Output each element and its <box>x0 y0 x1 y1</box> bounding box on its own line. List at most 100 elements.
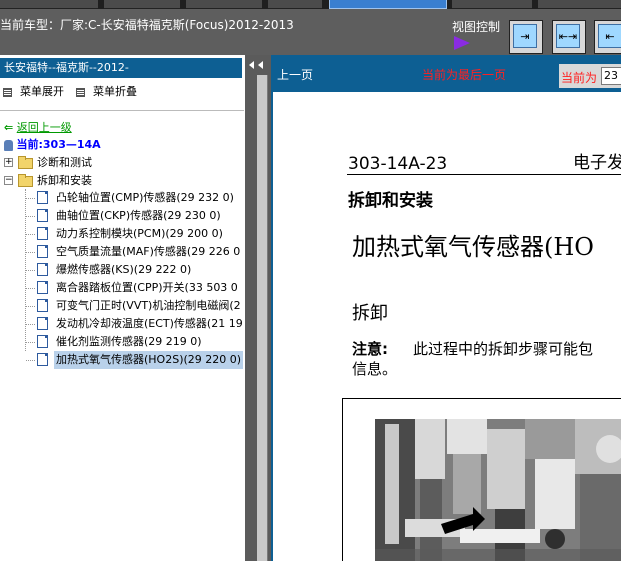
tree-item-label: 发动机冷却液温度(ECT)传感器(21 19 <box>56 317 243 330</box>
doc-section-heading: 拆卸 <box>352 303 388 324</box>
tree-branch <box>26 306 35 307</box>
current-node-icon <box>4 139 13 151</box>
engine-photo <box>375 419 621 561</box>
tree-item[interactable]: 发动机冷却液温度(ECT)传感器(21 19 <box>0 315 245 333</box>
tree-item[interactable]: 动力系控制模块(PCM)(29 200 0) <box>0 225 245 243</box>
top-tab-3[interactable] <box>186 0 262 9</box>
tree-branch <box>26 216 35 217</box>
tree-item-label: 离合器踏板位置(CPP)开关(33 503 0 <box>56 281 238 294</box>
doc-title: 加热式氧气传感器(HO <box>352 233 594 261</box>
collapse-menu-label: 菜单折叠 <box>93 85 137 98</box>
top-tab-2[interactable] <box>104 0 180 9</box>
engine-photo-drawing <box>375 419 621 561</box>
document-icon <box>37 281 48 294</box>
back-link[interactable]: 返回上一级 <box>17 121 72 134</box>
prev-page-link[interactable]: 上一页 <box>277 66 313 83</box>
view-control-label: 视图控制 <box>452 20 501 34</box>
view-right-icon: ⇥ <box>513 24 537 48</box>
folder-diagnosis[interactable]: + 诊断和测试 <box>0 154 245 172</box>
menu-separator <box>0 110 244 111</box>
tree-branch <box>26 288 35 289</box>
expand-menu-label: 菜单展开 <box>20 85 64 98</box>
folder-label: 拆卸和安装 <box>37 174 92 187</box>
doc-subtitle: 拆卸和安装 <box>348 191 433 211</box>
tree-branch <box>26 252 35 253</box>
current-node-label: 当前:303—14A <box>16 138 101 151</box>
doc-rule <box>347 174 621 175</box>
document-icon <box>37 317 48 330</box>
tree-item-label: 可变气门正时(VVT)机油控制电磁阀(2 <box>56 299 241 312</box>
current-page-box: 当前为 23 <box>559 64 621 88</box>
document-icon <box>37 191 48 204</box>
folder-open-icon <box>18 174 33 187</box>
view-left-icon: ⇤ <box>598 24 621 48</box>
collapse-left-icon[interactable] <box>258 61 263 69</box>
document-icon <box>37 209 48 222</box>
tree-item-label: 空气质量流量(MAF)传感器(29 226 0 <box>56 245 241 258</box>
view-center-icon: ⇤⇥ <box>556 24 580 48</box>
tree-item[interactable]: 爆燃传感器(KS)(29 222 0) <box>0 261 245 279</box>
view-right-button[interactable]: ⇥ <box>509 20 543 54</box>
top-tab-7[interactable] <box>538 0 621 9</box>
collapse-left-icon[interactable] <box>249 61 254 69</box>
tree-item[interactable]: 可变气门正时(VVT)机油控制电磁阀(2 <box>0 297 245 315</box>
document-icon <box>37 353 48 366</box>
expand-menu-icon <box>3 87 12 97</box>
collapse-menu-icon <box>76 87 85 97</box>
document-icon <box>37 245 48 258</box>
tree-branch <box>26 270 35 271</box>
tree-item[interactable]: 曲轴位置(CKP)传感器(29 230 0) <box>0 207 245 225</box>
collapse-menu-button[interactable]: 菜单折叠 <box>76 83 137 99</box>
view-control-arrow-icon <box>454 36 470 50</box>
expand-menu-button[interactable]: 菜单展开 <box>3 83 64 99</box>
folder-label: 诊断和测试 <box>37 156 92 169</box>
doc-note-label: 注意: <box>352 340 388 358</box>
view-center-button[interactable]: ⇤⇥ <box>552 20 586 54</box>
doc-header-right: 电子发 <box>573 153 621 173</box>
current-page-label: 当前为 <box>561 71 598 85</box>
tree-item-label: 爆燃传感器(KS)(29 222 0) <box>56 263 192 276</box>
tree-header: 长安福特--福克斯--2012- <box>0 58 242 78</box>
tree-item-label: 催化剂监测传感器(29 219 0) <box>56 335 202 348</box>
top-tab-strip <box>0 0 621 9</box>
page-nav-bar: 上一页 当前为最后一页 当前为 23 <box>271 55 621 92</box>
tree-branch <box>26 360 35 361</box>
tree-branch <box>26 234 35 235</box>
tree-item-label: 曲轴位置(CKP)传感器(29 230 0) <box>56 209 221 222</box>
tree-item-selected[interactable]: 加热式氧气传感器(HO2S)(29 220 0) <box>0 351 245 369</box>
page-number-input[interactable]: 23 <box>601 67 621 85</box>
top-tab-4[interactable] <box>268 0 322 9</box>
top-tab-active[interactable] <box>329 0 447 9</box>
tree-branch <box>26 342 35 343</box>
tree-item[interactable]: 空气质量流量(MAF)传感器(29 226 0 <box>0 243 245 261</box>
folder-removal-installation[interactable]: − 拆卸和安装 <box>0 172 245 190</box>
tree-branch <box>26 324 35 325</box>
folder-icon <box>18 156 33 169</box>
doc-border <box>271 92 273 561</box>
tree-item-label: 凸轮轴位置(CMP)传感器(29 232 0) <box>56 191 234 204</box>
doc-note-text-continued: 信息。 <box>352 360 398 378</box>
tree-item[interactable]: 离合器踏板位置(CPP)开关(33 503 0 <box>0 279 245 297</box>
document-view: 303-14A-23 电子发 拆卸和安装 加热式氧气传感器(HO 拆卸 注意: … <box>271 92 621 561</box>
vehicle-info: 当前车型：厂家:C-长安福特福克斯(Focus)2012-2013 <box>0 18 294 32</box>
doc-figure <box>342 398 621 561</box>
back-row[interactable]: ⇐ 返回上一级 <box>4 119 72 137</box>
tree-item[interactable]: 催化剂监测传感器(29 219 0) <box>0 333 245 351</box>
title-bar: 当前车型：厂家:C-长安福特福克斯(Focus)2012-2013 视图控制 ⇥… <box>0 9 621 55</box>
left-panel: 长安福特--福克斯--2012- 菜单展开 菜单折叠 ⇐ 返回上一级 当前:30… <box>0 55 245 561</box>
collapse-minus-icon[interactable]: − <box>4 176 13 185</box>
document-icon <box>37 263 48 276</box>
tree-item[interactable]: 凸轮轴位置(CMP)传感器(29 232 0) <box>0 189 245 207</box>
panel-splitter[interactable] <box>245 55 271 561</box>
view-left-button[interactable]: ⇤ <box>594 20 621 54</box>
tree-item-label: 动力系控制模块(PCM)(29 200 0) <box>56 227 223 240</box>
top-tab-1[interactable] <box>0 0 98 9</box>
expand-plus-icon[interactable]: + <box>4 158 13 167</box>
last-page-notice: 当前为最后一页 <box>422 68 507 82</box>
doc-page-code: 303-14A-23 <box>348 154 448 174</box>
doc-note-text: 此过程中的拆卸步骤可能包 <box>413 340 594 358</box>
document-icon <box>37 299 48 312</box>
document-icon <box>37 227 48 240</box>
top-tab-6[interactable] <box>452 0 532 9</box>
splitter-bar[interactable] <box>257 75 267 561</box>
